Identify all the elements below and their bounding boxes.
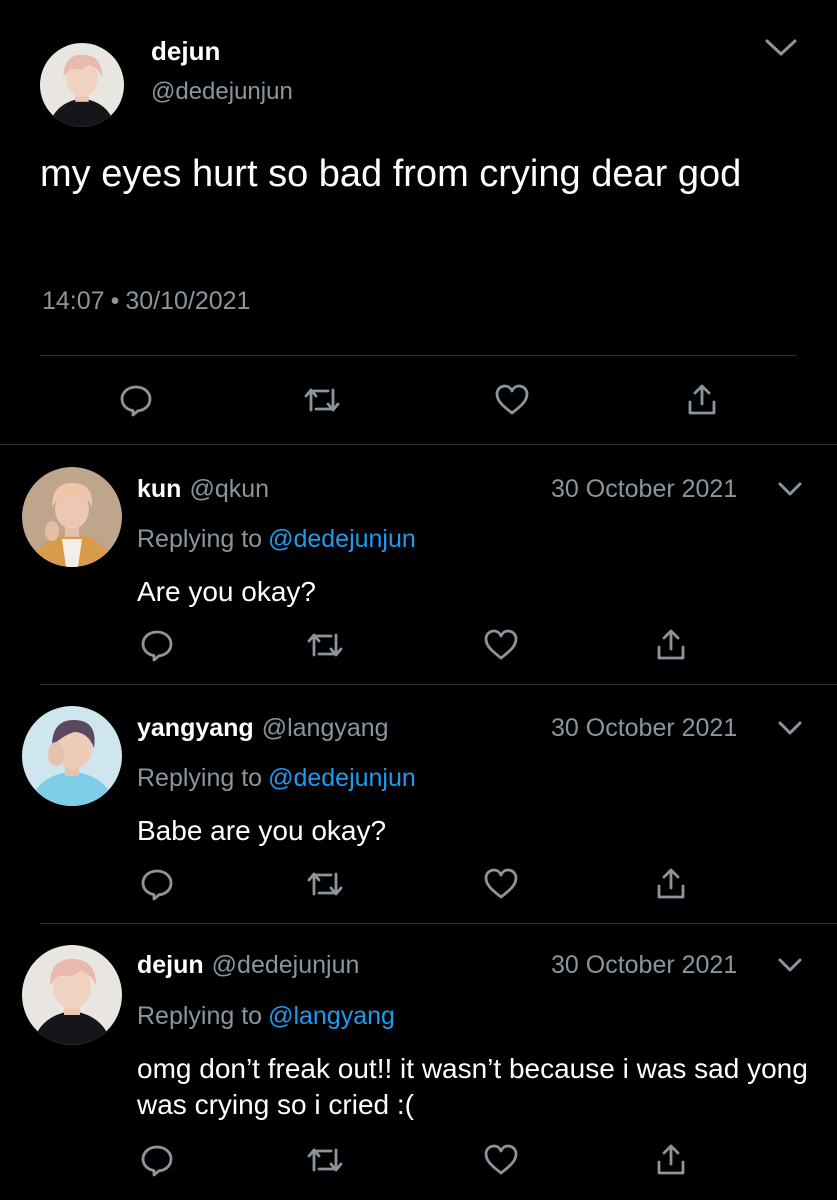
- author-handle[interactable]: @qkun: [189, 475, 269, 503]
- reply-author[interactable]: dejun @dedejunjun: [137, 951, 359, 980]
- author-name[interactable]: yangyang: [137, 714, 254, 742]
- share-icon: [653, 627, 689, 663]
- chevron-down-icon[interactable]: [776, 956, 804, 976]
- tweet-text: my eyes hurt so bad from crying dear god: [40, 153, 742, 195]
- heart-icon: [493, 382, 531, 418]
- reply-button[interactable]: [137, 864, 177, 904]
- retweet-icon: [302, 382, 342, 418]
- replying-prefix: Replying to: [137, 1002, 263, 1030]
- reply-icon: [118, 382, 154, 418]
- meta-separator: •: [110, 287, 120, 315]
- share-button[interactable]: [682, 380, 722, 420]
- replying-to: Replying to @dedejunjun: [137, 764, 416, 793]
- reply-button[interactable]: [137, 625, 177, 665]
- like-button[interactable]: [481, 864, 521, 904]
- tweet-time: 14:07: [42, 287, 105, 315]
- reply-date: 30 October 2021: [551, 475, 738, 503]
- reply-author[interactable]: kun @qkun: [137, 475, 269, 504]
- reply-text: omg don’t freak out!! it wasn’t because …: [137, 1053, 808, 1120]
- action-bar: [0, 625, 837, 669]
- tweet-date: 30/10/2021: [125, 287, 251, 315]
- author-handle[interactable]: @dedejunjun: [212, 951, 360, 979]
- share-icon: [684, 382, 720, 418]
- divider: [40, 355, 797, 356]
- retweet-icon: [305, 866, 345, 902]
- retweet-button[interactable]: [305, 1140, 345, 1180]
- replying-to: Replying to @dedejunjun: [137, 525, 416, 554]
- reply-tweet: dejun @dedejunjun 30 October 2021 Replyin…: [0, 923, 837, 1200]
- reply-date: 30 October 2021: [551, 714, 738, 742]
- avatar[interactable]: [22, 706, 122, 806]
- reply-icon: [139, 627, 175, 663]
- action-bar: [0, 864, 837, 908]
- heart-icon: [482, 627, 520, 663]
- action-bar: [0, 380, 837, 424]
- heart-icon: [482, 866, 520, 902]
- reply-text: Babe are you okay?: [137, 815, 387, 846]
- mention-link[interactable]: @dedejunjun: [268, 525, 416, 553]
- share-button[interactable]: [651, 1140, 691, 1180]
- share-icon: [653, 866, 689, 902]
- like-button[interactable]: [481, 1140, 521, 1180]
- reply-tweet: yangyang @langyang 30 October 2021 Replyi…: [0, 684, 837, 923]
- retweet-button[interactable]: [305, 625, 345, 665]
- share-button[interactable]: [651, 864, 691, 904]
- main-tweet: dejun @dedejunjun my eyes hurt so bad fr…: [0, 0, 837, 445]
- replying-to: Replying to @langyang: [137, 1002, 395, 1031]
- share-icon: [653, 1142, 689, 1178]
- author-name[interactable]: dejun: [151, 36, 220, 67]
- retweet-button[interactable]: [305, 864, 345, 904]
- chevron-down-icon[interactable]: [776, 719, 804, 739]
- reply-icon: [139, 1142, 175, 1178]
- author-name[interactable]: dejun: [137, 951, 204, 979]
- tweet-timestamp: 14:07 • 30/10/2021: [42, 287, 250, 316]
- reply-tweet: kun @qkun 30 October 2021 Replying to @ded…: [0, 445, 837, 684]
- chevron-down-icon[interactable]: [763, 36, 799, 60]
- reply-button[interactable]: [137, 1140, 177, 1180]
- retweet-button[interactable]: [302, 380, 342, 420]
- like-button[interactable]: [481, 625, 521, 665]
- author-name[interactable]: kun: [137, 475, 181, 503]
- heart-icon: [482, 1142, 520, 1178]
- replying-prefix: Replying to: [137, 525, 263, 553]
- avatar[interactable]: [22, 467, 122, 567]
- reply-author[interactable]: yangyang @langyang: [137, 714, 389, 743]
- reply-button[interactable]: [116, 380, 156, 420]
- mention-link[interactable]: @langyang: [268, 1002, 395, 1030]
- retweet-icon: [305, 1142, 345, 1178]
- reply-date: 30 October 2021: [551, 951, 738, 979]
- avatar[interactable]: [22, 945, 122, 1045]
- author-handle[interactable]: @langyang: [262, 714, 389, 742]
- retweet-icon: [305, 627, 345, 663]
- avatar[interactable]: [40, 43, 124, 127]
- author-handle[interactable]: @dedejunjun: [151, 78, 293, 106]
- share-button[interactable]: [651, 625, 691, 665]
- mention-link[interactable]: @dedejunjun: [268, 764, 416, 792]
- like-button[interactable]: [492, 380, 532, 420]
- action-bar: [0, 1140, 837, 1184]
- replying-prefix: Replying to: [137, 764, 263, 792]
- reply-text: Are you okay?: [137, 576, 316, 607]
- chevron-down-icon[interactable]: [776, 480, 804, 500]
- reply-icon: [139, 866, 175, 902]
